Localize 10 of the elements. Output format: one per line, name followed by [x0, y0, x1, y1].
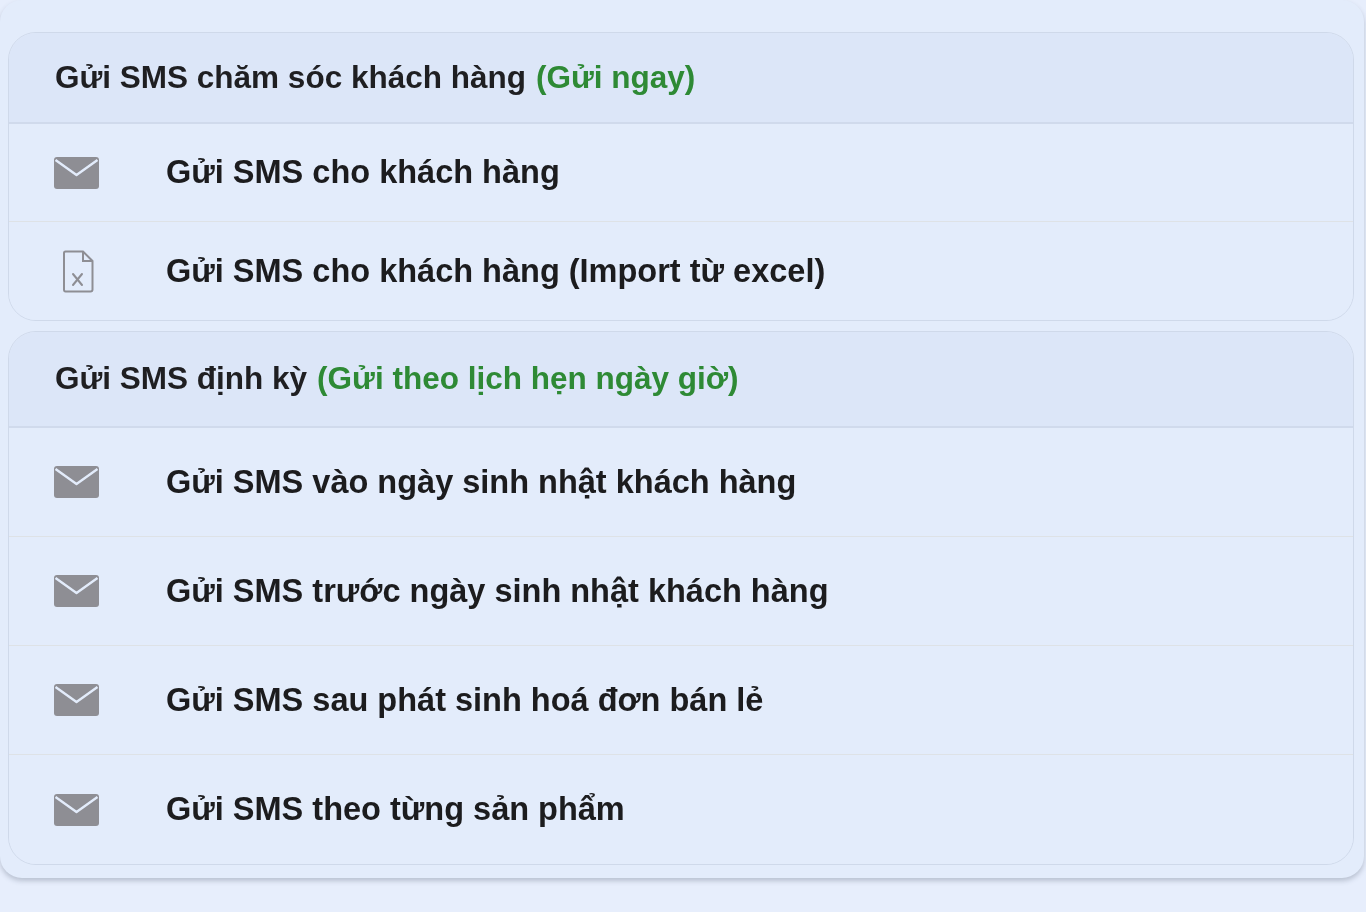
envelope-icon	[54, 466, 99, 498]
spreadsheet-file-icon	[62, 249, 94, 293]
envelope-icon	[54, 793, 99, 826]
envelope-icon	[54, 684, 99, 716]
envelope-icon	[54, 156, 99, 189]
section-title: Gửi SMS định kỳ	[55, 359, 308, 399]
section-note: (Gửi theo lịch hẹn ngày giờ)	[317, 359, 739, 399]
section-note: (Gửi ngay)	[535, 57, 696, 97]
envelope-icon	[54, 575, 99, 607]
section-title: Gửi SMS chăm sóc khách hàng	[55, 57, 526, 97]
